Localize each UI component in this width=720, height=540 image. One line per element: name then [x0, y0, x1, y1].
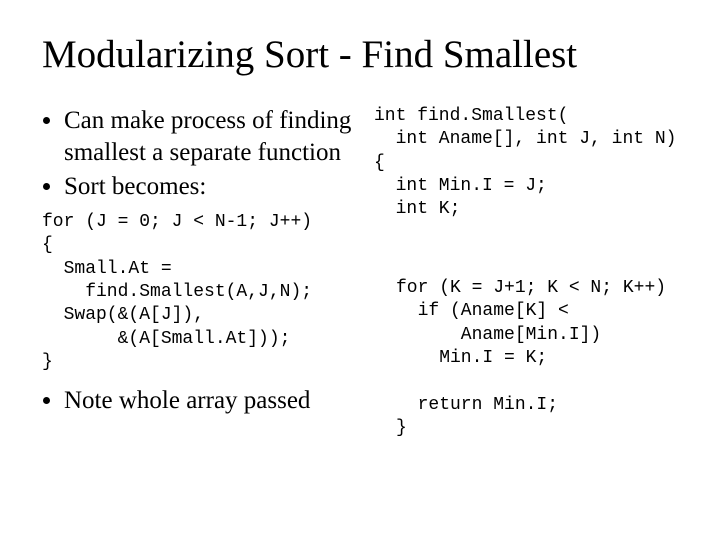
slide: Modularizing Sort - Find Smallest Can ma…	[0, 0, 720, 540]
bullet-list-top: Can make process of finding smallest a s…	[42, 105, 404, 203]
code-block-function-body: for (K = J+1; K < N; K++) if (Aname[K] <…	[396, 277, 666, 441]
code-block-function-decl: int find.Smallest( int Aname[], int J, i…	[374, 105, 676, 222]
bullet-item: Can make process of finding smallest a s…	[64, 105, 404, 169]
slide-body: Can make process of finding smallest a s…	[42, 105, 692, 417]
bullet-item: Sort becomes:	[64, 171, 404, 203]
slide-title: Modularizing Sort - Find Smallest	[42, 34, 692, 77]
